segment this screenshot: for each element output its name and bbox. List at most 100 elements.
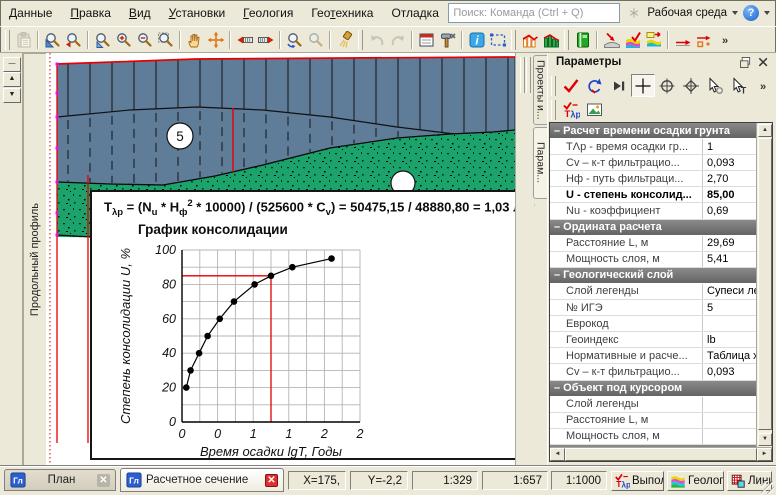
profile-red-chart-icon[interactable] xyxy=(519,29,540,51)
toolbar-grip[interactable] xyxy=(551,100,556,120)
status-field-scale-2[interactable]: 1:657 xyxy=(482,471,548,490)
redo-icon[interactable] xyxy=(387,29,408,51)
frame-select-icon[interactable] xyxy=(487,29,508,51)
resize-grip-icon[interactable] xyxy=(761,481,774,494)
view-image-icon[interactable] xyxy=(583,99,607,122)
param-value[interactable]: Таблица ха xyxy=(702,348,757,363)
paste-icon[interactable] xyxy=(13,29,34,51)
profile-green-chart-icon[interactable] xyxy=(540,29,561,51)
table-row[interactable]: Слой легенды xyxy=(550,397,757,413)
layers-dialog-icon[interactable] xyxy=(416,29,437,51)
zoom-undo-icon[interactable] xyxy=(284,29,305,51)
table-row[interactable]: Расстояние L, м29,69 xyxy=(550,236,757,252)
chevron-more-icon[interactable]: » xyxy=(751,74,775,97)
param-value[interactable]: 0,093 xyxy=(702,155,757,170)
zoom-in-icon[interactable] xyxy=(113,29,134,51)
param-value[interactable] xyxy=(702,413,757,428)
settlement-curve-icon[interactable] xyxy=(601,29,622,51)
geology-export-icon[interactable] xyxy=(643,29,664,51)
table-row[interactable]: Сv – к-т фильтрацио...0,093 xyxy=(550,364,757,380)
param-value[interactable]: 0,093 xyxy=(702,364,757,379)
float-panel-icon[interactable] xyxy=(737,55,753,70)
workspace-dropdown-icon[interactable] xyxy=(732,11,738,15)
target-diamond-icon[interactable] xyxy=(679,74,703,97)
close-panel-icon[interactable] xyxy=(755,55,771,70)
help-icon[interactable]: ? xyxy=(743,5,759,21)
refresh-brush-icon[interactable] xyxy=(334,29,355,51)
status-field-scale-1[interactable]: 1:329 xyxy=(412,471,478,490)
param-value[interactable]: Супеси лес xyxy=(702,284,757,299)
menu-данные[interactable]: Данные xyxy=(0,3,61,23)
workspace-label[interactable]: Рабочая среда xyxy=(647,7,727,19)
status-field-scale-3[interactable]: 1:1000 xyxy=(551,471,607,490)
table-row[interactable]: Сv – к-т фильтрацио...0,093 xyxy=(550,155,757,171)
table-vertical-scrollbar[interactable]: ▲ ▼ xyxy=(756,123,772,447)
table-row[interactable]: Мощность слоя, м5,41 xyxy=(550,252,757,268)
menu-отладка[interactable]: Отладка xyxy=(382,3,447,23)
legend-book-icon[interactable] xyxy=(572,29,593,51)
param-value[interactable]: 29,69 xyxy=(702,236,757,251)
table-row[interactable]: ТΛр - время осадки гр...1 xyxy=(550,139,757,155)
status-field-cursor-x[interactable]: X=175, xyxy=(288,471,346,490)
revert-icon[interactable] xyxy=(583,74,607,97)
param-value[interactable]: 2,70 xyxy=(702,171,757,186)
collapse-button[interactable]: — xyxy=(3,57,21,72)
table-row[interactable]: Еврокод xyxy=(550,316,757,332)
tab-parameters[interactable]: Парам... xyxy=(533,127,547,199)
scroll-right-icon[interactable]: ► xyxy=(757,448,772,461)
cursor-none-icon[interactable] xyxy=(703,74,727,97)
table-section-header[interactable]: – Расчет времени осадки грунта xyxy=(550,123,757,139)
status-button-run-tlp[interactable]: TλpВыполн xyxy=(611,471,664,491)
undo-icon[interactable] xyxy=(366,29,387,51)
param-value[interactable]: 5,41 xyxy=(702,252,757,267)
param-value[interactable] xyxy=(702,316,757,331)
layer-5-label[interactable]: 5 xyxy=(167,123,193,149)
param-value[interactable] xyxy=(702,429,757,444)
param-value[interactable]: 1 xyxy=(702,139,757,154)
tab-plan[interactable]: Гл План ✕ xyxy=(4,469,116,491)
zoom-extents-icon[interactable] xyxy=(205,29,226,51)
param-value[interactable]: lb xyxy=(702,332,757,347)
toolbar-grip[interactable] xyxy=(5,30,10,50)
status-field-cursor-y[interactable]: Y=-2,2 xyxy=(350,471,408,490)
info-icon[interactable]: i xyxy=(466,29,487,51)
param-value[interactable]: 0,69 xyxy=(702,203,757,218)
table-row[interactable]: Слой легендыСупеси лес xyxy=(550,284,757,300)
zoom-back-icon[interactable] xyxy=(63,29,84,51)
tab-projects[interactable]: Проекты и... xyxy=(533,55,547,125)
table-row[interactable]: Мощность слоя, м xyxy=(550,429,757,445)
close-tab-section-icon[interactable]: ✕ xyxy=(265,474,278,487)
toolbar-grip[interactable] xyxy=(358,30,363,50)
settings-tools-icon[interactable] xyxy=(437,29,458,51)
table-row[interactable]: Расстояние L, м xyxy=(550,413,757,429)
menu-геотехника[interactable]: Геотехника xyxy=(302,3,382,23)
scroll-left-icon[interactable]: ◄ xyxy=(550,448,565,461)
target-circle-icon[interactable] xyxy=(655,74,679,97)
table-horizontal-scrollbar[interactable]: ◄ ► xyxy=(550,447,772,461)
table-section-header[interactable]: – Объект под курсором xyxy=(550,381,757,397)
menu-установки[interactable]: Установки xyxy=(160,3,235,23)
chevron-more-icon[interactable]: » xyxy=(714,29,735,51)
red-line-icon[interactable] xyxy=(672,29,693,51)
param-value[interactable]: 85,00 xyxy=(702,187,757,202)
toolbar-grip[interactable] xyxy=(564,30,569,50)
table-section-header[interactable]: – Ордината расчета xyxy=(550,220,757,236)
tab-longitudinal-profile[interactable]: Продольный профиль xyxy=(23,53,47,466)
scrollbar-thumb[interactable] xyxy=(758,138,772,430)
table-row[interactable]: Геоиндексlb xyxy=(550,332,757,348)
table-row[interactable]: U - степень консолид...85,00 xyxy=(550,187,757,203)
help-dropdown-icon[interactable] xyxy=(764,11,770,15)
tab-calculated-section[interactable]: Гл Расчетное сечение ✕ xyxy=(120,468,284,492)
pan-hand-icon[interactable] xyxy=(184,29,205,51)
table-row[interactable]: Нормативные и расче...Таблица ха xyxy=(550,348,757,364)
menu-правка[interactable]: Правка xyxy=(61,3,120,23)
table-row[interactable]: № ИГЭ5 xyxy=(550,300,757,316)
menu-вид[interactable]: Вид xyxy=(120,3,160,23)
scale-increase-icon[interactable] xyxy=(255,29,276,51)
step-forward-icon[interactable] xyxy=(607,74,631,97)
status-button-geology-layers[interactable]: Геолог xyxy=(667,471,724,491)
crosshair-capture-icon[interactable] xyxy=(631,74,655,97)
param-value[interactable] xyxy=(702,397,757,412)
toolbar-grip[interactable] xyxy=(511,30,516,50)
run-tlp-icon[interactable]: Tλp xyxy=(559,99,583,122)
